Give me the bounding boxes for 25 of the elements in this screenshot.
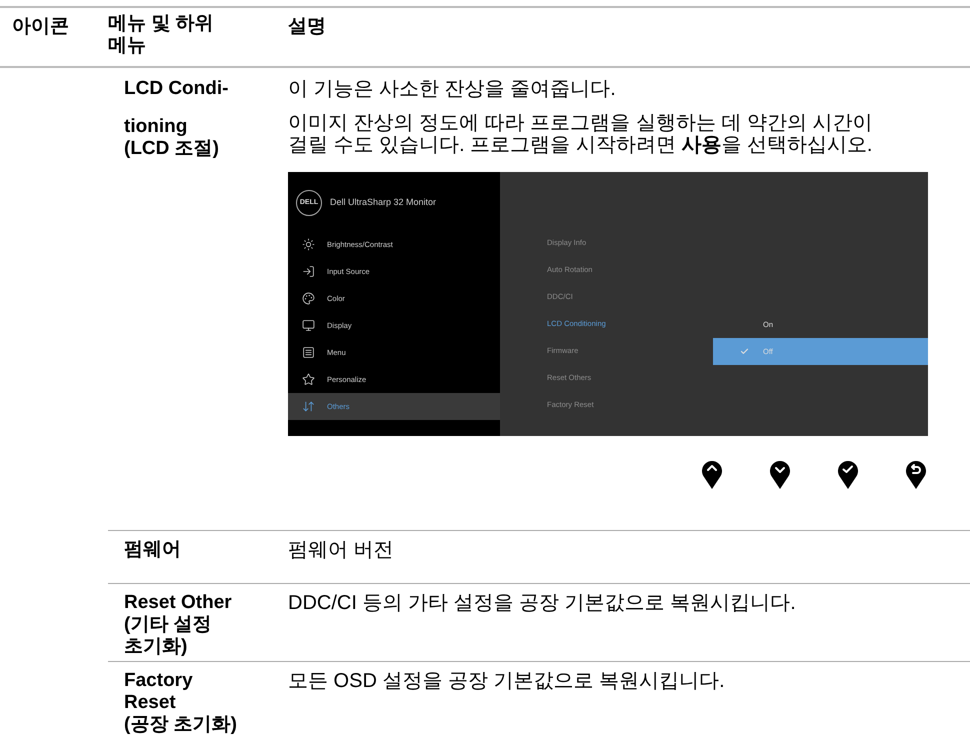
menu-item-name: Reset Other (기타 설정 초기화)	[123, 592, 233, 659]
arrows-icon	[302, 400, 315, 413]
description-text: 펌웨어 버전	[288, 539, 395, 561]
icon-column-header: 아이콘	[11, 15, 70, 39]
description-text: DDC/CI 등의 가타 설정을 공장 기본값으로 복원시킵니다.	[288, 592, 797, 614]
check-pin-icon[interactable]	[836, 458, 860, 490]
palette-icon	[302, 292, 315, 305]
menu-item-name: Factory Reset (공장 초기화)	[123, 670, 238, 737]
description-text: 이미지 잔상의 정도에 따라 프로그램을 실행하는 데 약간의 시간이 걸릴 수도 있습니다. 프로그램을 시작하려면 사용을 선택하십시오.	[288, 112, 874, 156]
description-text: 모든 OSD 설정을 공장 기본값으로 복원시킵니다.	[288, 670, 726, 692]
description-text: 이 기능은 사소한 잔상을 줄여줍니다.	[288, 78, 617, 100]
check-icon	[740, 347, 749, 356]
description-column-header: 설명	[287, 15, 326, 39]
monitor-icon	[302, 319, 315, 332]
input-icon	[302, 265, 315, 278]
menu-item-name: LCD Condi- tioning (LCD 조절)	[123, 78, 230, 161]
osd-title: Dell UltraSharp 32 Monitor	[330, 196, 436, 210]
menu-column-header: 메뉴 및 하위 메뉴	[107, 13, 215, 58]
return-pin-icon[interactable]	[904, 458, 928, 490]
sun-icon	[302, 238, 315, 251]
chevron-down-pin-icon[interactable]	[768, 458, 792, 490]
menu-item-name: 펌웨어	[123, 539, 182, 562]
star-icon	[302, 373, 315, 386]
chevron-up-pin-icon[interactable]	[700, 458, 724, 490]
menu-list-icon	[302, 346, 315, 359]
